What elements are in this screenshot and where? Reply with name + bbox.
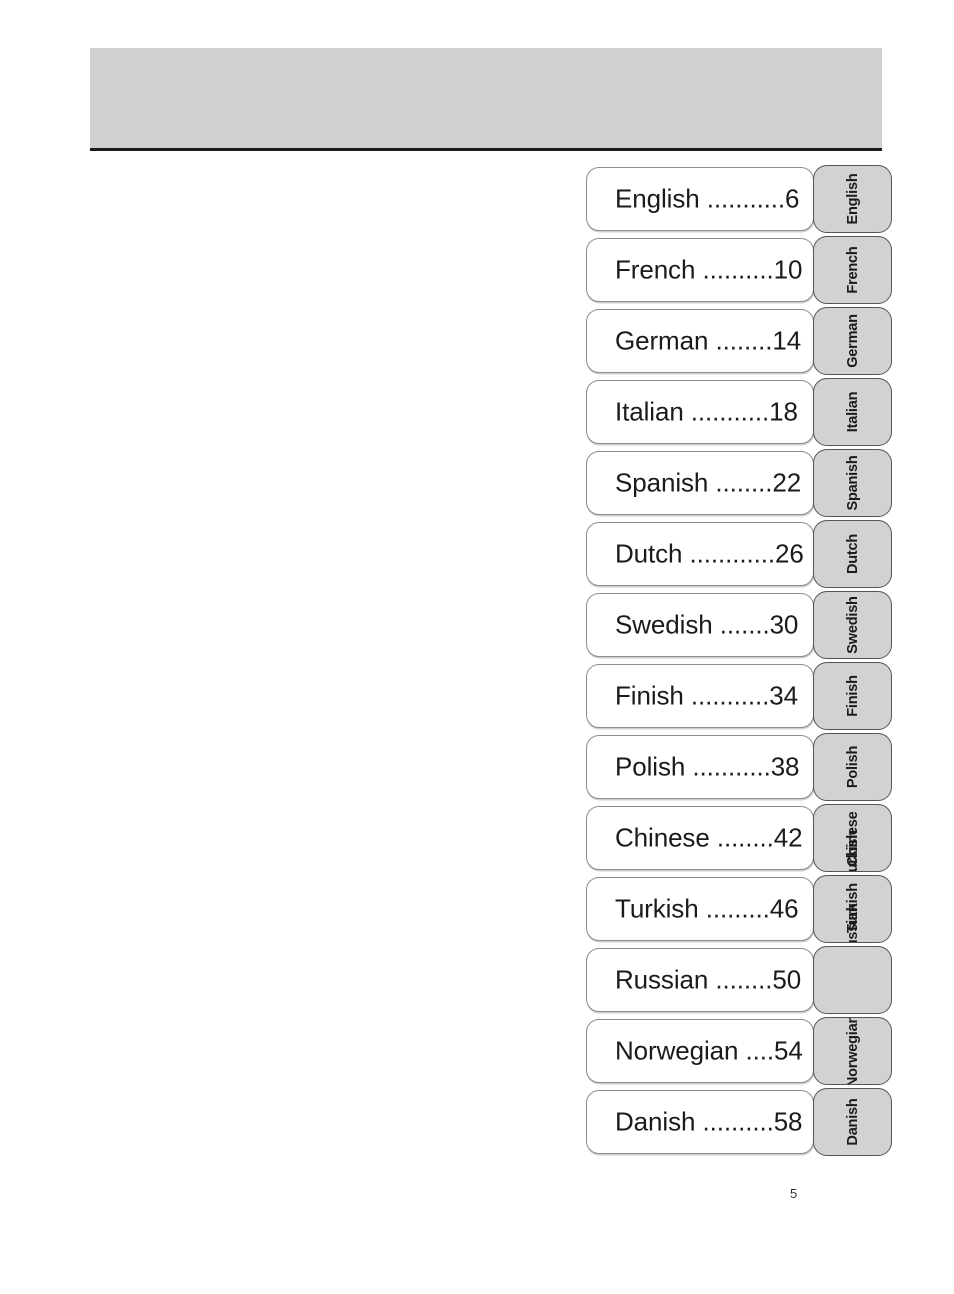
language-entry-row[interactable]: Chinese ........42 Turkish Chinese: [586, 804, 892, 875]
language-entry-label: Polish ...........38: [615, 751, 800, 782]
language-entry-label: Swedish .......30: [615, 609, 799, 640]
language-entry-box[interactable]: Chinese ........42: [586, 806, 814, 870]
language-entry-row[interactable]: Norwegian ....54 Norwegian: [586, 1017, 892, 1088]
language-entry-label: Italian ...........18: [615, 396, 798, 427]
language-side-tab[interactable]: German: [813, 307, 892, 375]
language-entry-label: English ...........6: [615, 183, 800, 214]
language-entry-box[interactable]: Danish ..........58: [586, 1090, 814, 1154]
language-side-tab[interactable]: Norwegian: [813, 1017, 892, 1085]
language-side-tab[interactable]: Spanish: [813, 449, 892, 517]
language-entry-row[interactable]: Danish ..........58 Danish: [586, 1088, 892, 1159]
language-entry-row[interactable]: German ........14 German: [586, 307, 892, 378]
language-side-tab[interactable]: French: [813, 236, 892, 304]
language-side-tab-label: French: [844, 246, 861, 294]
language-side-tab-label: German: [844, 314, 861, 368]
language-entry-box[interactable]: Dutch ............26: [586, 522, 814, 586]
language-side-tab-label: Danish: [844, 1098, 861, 1146]
language-entry-row[interactable]: Swedish .......30 Swedish: [586, 591, 892, 662]
language-entry-row[interactable]: Russian ........50: [586, 946, 892, 1017]
language-side-tab[interactable]: Danish: [813, 1088, 892, 1156]
language-side-tab-label: Italian: [844, 391, 861, 433]
language-entry-box[interactable]: Turkish .........46: [586, 877, 814, 941]
language-side-tab-label: Spanish: [844, 455, 861, 511]
language-entry-label: Danish ..........58: [615, 1106, 803, 1137]
language-entry-label: Norwegian ....54: [615, 1035, 803, 1066]
language-entry-box[interactable]: German ........14: [586, 309, 814, 373]
language-entry-row[interactable]: English ...........6 English: [586, 165, 892, 236]
language-side-tab[interactable]: Polish: [813, 733, 892, 801]
language-entry-row[interactable]: Italian ...........18 Italian: [586, 378, 892, 449]
language-side-tab[interactable]: Swedish: [813, 591, 892, 659]
language-side-tab[interactable]: Finish: [813, 662, 892, 730]
language-entry-label: Spanish ........22: [615, 467, 802, 498]
language-entry-row[interactable]: Dutch ............26 Dutch: [586, 520, 892, 591]
language-entry-box[interactable]: Norwegian ....54: [586, 1019, 814, 1083]
language-side-tab-label: Norwegian: [844, 1017, 861, 1085]
language-entry-row[interactable]: Spanish ........22 Spanish: [586, 449, 892, 520]
language-side-tab[interactable]: [813, 946, 892, 1014]
language-entry-label: Dutch ............26: [615, 538, 804, 569]
language-entry-label: French ..........10: [615, 254, 803, 285]
language-entry-box[interactable]: French ..........10: [586, 238, 814, 302]
language-entry-box[interactable]: Italian ...........18: [586, 380, 814, 444]
language-side-tab-label: Chinese: [844, 811, 861, 867]
language-entry-label: Turkish .........46: [615, 893, 799, 924]
language-entry-box[interactable]: English ...........6: [586, 167, 814, 231]
language-entry-label: Chinese ........42: [615, 822, 803, 853]
language-side-tab-label: Swedish: [844, 596, 861, 654]
language-entry-label: German ........14: [615, 325, 802, 356]
language-entry-box[interactable]: Russian ........50: [586, 948, 814, 1012]
language-side-tab-label: Turkish: [844, 883, 861, 933]
page-number: 5: [790, 1186, 798, 1201]
language-entry-row[interactable]: Finish ...........34 Finish: [586, 662, 892, 733]
language-entry-row[interactable]: Polish ...........38 Polish: [586, 733, 892, 804]
language-side-tab[interactable]: Russian Turkish: [813, 875, 892, 943]
language-side-tab[interactable]: Italian: [813, 378, 892, 446]
page-header-band: [90, 48, 882, 151]
language-entry-box[interactable]: Polish ...........38: [586, 735, 814, 799]
language-entry-box[interactable]: Finish ...........34: [586, 664, 814, 728]
language-entry-label: Russian ........50: [615, 964, 802, 995]
language-entry-box[interactable]: Spanish ........22: [586, 451, 814, 515]
language-entry-row[interactable]: Turkish .........46 Russian Turkish: [586, 875, 892, 946]
language-side-tab[interactable]: English: [813, 165, 892, 233]
language-index-list: English ...........6 English French ......…: [586, 165, 892, 1159]
language-entry-row[interactable]: French ..........10 French: [586, 236, 892, 307]
language-side-tab-label: Dutch: [844, 533, 861, 575]
language-side-tab[interactable]: Dutch: [813, 520, 892, 588]
language-side-tab-label: Polish: [844, 745, 861, 789]
language-side-tab[interactable]: Turkish Chinese: [813, 804, 892, 872]
language-side-tab-label: Finish: [844, 675, 861, 717]
language-side-tab-label: English: [844, 173, 861, 225]
language-entry-label: Finish ...........34: [615, 680, 798, 711]
language-entry-box[interactable]: Swedish .......30: [586, 593, 814, 657]
